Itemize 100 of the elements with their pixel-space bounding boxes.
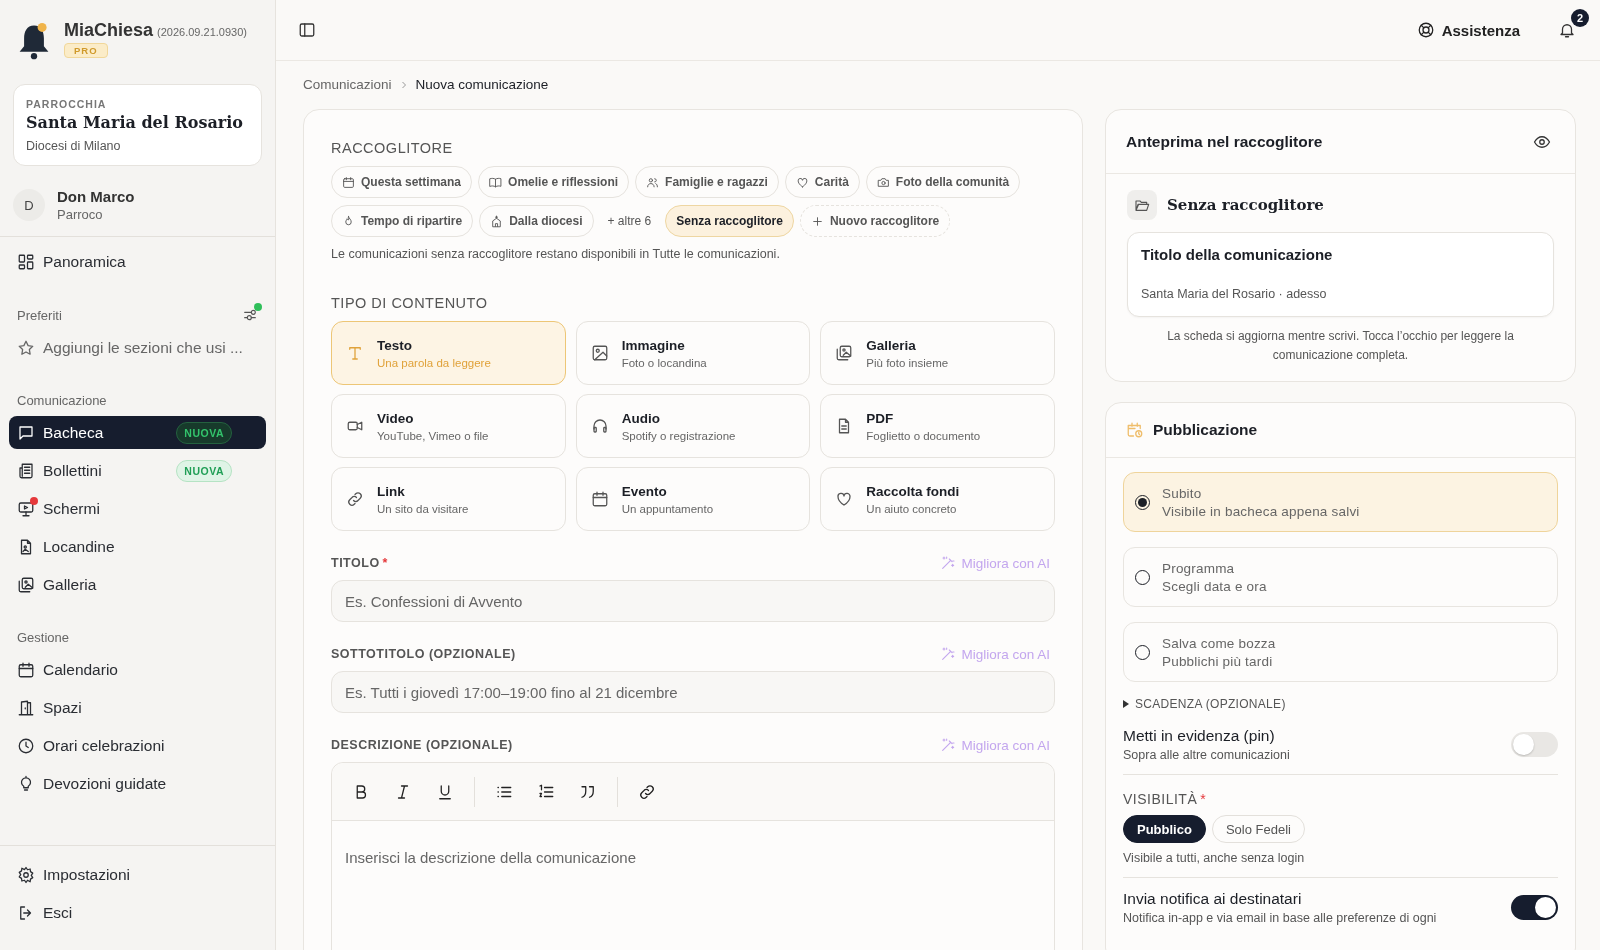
photos-icon [17,575,35,594]
new-collection-button[interactable]: Nuovo raccoglitore [799,205,951,237]
nav-item[interactable]: Bacheca NUOVA [9,416,266,449]
door-icon [17,698,35,717]
calendar-icon [590,490,609,508]
parish-name: Santa Maria del Rosario [26,113,244,132]
publish-option[interactable]: Salva come bozza Pubblichi più tardi [1123,622,1558,682]
collection-chip[interactable]: Carità [784,166,860,198]
content-type-option[interactable]: Raccolta fondi Un aiuto concreto [820,467,1055,531]
calendar-clock-icon [1126,421,1144,439]
link-icon [638,782,656,801]
rich-text-editor[interactable]: Inserisci la descrizione della comunicazione [331,762,1055,950]
nav-item[interactable]: Devozioni guidate [9,767,266,800]
card-title: Anteprima nel raccoglitore [1126,132,1323,151]
app-name: MiaChiesa [64,20,154,41]
content-type-option[interactable]: Testo Una parola da leggere [331,321,566,385]
nav-item[interactable]: Galleria [9,568,266,601]
toggle-switch[interactable] [1511,732,1558,757]
sliders-icon [242,307,258,323]
notification-count: 2 [1571,9,1589,27]
heart-icon [795,175,809,189]
option-description: Più foto insieme [866,356,949,369]
collection-chip[interactable]: Foto della comunità [865,166,1021,198]
content-type-option[interactable]: Evento Un appuntamento [575,467,811,531]
people-icon [646,175,660,189]
content-type-option[interactable]: Video YouTube, Vimeo o file [331,394,566,458]
lifebuoy-icon [1416,21,1435,39]
magic-wand-icon [940,737,957,753]
field-label: SOTTOTITOLO (OPZIONALE) [331,647,516,661]
expiry-toggle[interactable]: SCADENZA (OPZIONALE) [1123,697,1558,711]
nav-item[interactable]: Impostazioni [9,858,266,891]
plan-badge: PRO [64,43,108,58]
publish-option[interactable]: Programma Scegli data e ora [1123,547,1558,607]
collection-chip[interactable]: Famiglie e ragazzi [635,166,779,198]
more-collections-link[interactable]: + altre 6 [599,205,660,237]
option-title: Salva come bozza [1162,635,1276,651]
section-title: TIPO DI CONTENUTO [331,295,489,311]
help-button[interactable]: Assistenza [1416,21,1520,39]
option-description: Pubblichi più tardi [1162,653,1274,669]
text-field[interactable]: Es. Tutti i giovedì 17:00–19:00 fino al 21 dicembre [331,671,1055,713]
collection-chip[interactable]: Omelie e riflessioni [478,166,630,198]
content-type-option[interactable]: Audio Spotify o registrazione [575,394,811,458]
dashboard-icon [17,252,35,271]
diocese-name: Diocesi di Milano [26,139,122,153]
section-title: Preferiti [17,307,62,323]
collection-chip[interactable]: Tempo di ripartire [331,205,474,237]
breadcrumb-link[interactable]: Comunicazioni [303,77,392,92]
option-title: Video [377,410,415,426]
nav-item[interactable]: Locandine [9,530,266,563]
option-description: Foglietto o documento [866,429,981,442]
content-type-option[interactable]: PDF Foglietto o documento [820,394,1055,458]
breadcrumb-link[interactable]: Nuova comunicazione [415,77,549,92]
parish-card[interactable]: PARROCCHIA Santa Maria del Rosario Diocesi di Milano [13,84,262,166]
option-description: Visibile in bacheca appena salvi [1162,503,1360,519]
user-avatar: D [13,189,45,221]
option-title: PDF [866,410,895,426]
card-title: Pubblicazione [1153,421,1258,439]
visibility-hint: Visibile a tutti, anche senza login [1123,851,1306,865]
toggle-switch[interactable] [1511,895,1558,920]
option-title: Raccolta fondi [866,483,960,499]
nav-item[interactable]: Bollettini NUOVA [9,454,266,487]
sidebar-icon [298,21,316,39]
calendar-icon [17,660,35,679]
preview-hint: La scheda si aggiorna mentre scrivi. Tocca l’occhio per leggere la comunicazione completa. [1166,328,1515,364]
option-description: Un sito da visitare [377,502,469,515]
content-type-option[interactable]: Galleria Più foto insieme [820,321,1055,385]
nav-item[interactable]: Esci [9,896,266,929]
setting-title: Invia notifica ai destinatari [1123,890,1303,908]
book-icon [489,175,503,189]
star-icon [17,338,35,357]
collection-chip[interactable]: Questa settimana [331,166,473,198]
field-label: DESCRIZIONE (OPZIONALE) [331,738,513,752]
text-icon [346,344,364,362]
text-field[interactable]: Es. Confessioni di Avvento [331,580,1055,622]
folder-icon [1134,197,1150,213]
field-label: VISIBILITÀ * [1123,791,1208,807]
monitor-icon [17,499,35,518]
section-title: Gestione [17,630,70,645]
add-favorites-item[interactable]: Aggiungi le sezioni che usi ... [9,331,266,364]
nav-item[interactable]: Schermi [9,492,266,525]
option-title: Subito [1162,485,1203,501]
publish-option[interactable]: Subito Visibile in bacheca appena salvi [1123,472,1558,532]
magic-wand-icon [940,646,957,662]
heart-icon [835,490,854,508]
post-meta: Santa Maria del Rosario · adesso [1141,287,1328,301]
version-label: (2026.09.21.0930) [157,26,247,38]
camera-icon [876,175,890,189]
magic-wand-icon [940,555,957,571]
nav-item[interactable]: Panoramica [9,245,266,278]
plus-icon [810,214,824,228]
collection-chip[interactable]: Dalla diocesi [479,205,594,237]
content-type-option[interactable]: Link Un sito da visitare [331,467,566,531]
option-title: Galleria [866,337,917,353]
nav-item[interactable]: Orari celebrazioni [9,729,266,762]
content-type-option[interactable]: Immagine Foto o locandina [575,321,811,385]
nav-item[interactable]: Calendario [9,653,266,686]
newspaper-icon [17,461,35,480]
collection-chip[interactable]: Senza raccoglitore [665,205,794,237]
nav-item[interactable]: Spazi [9,691,266,724]
visibility-option[interactable]: Pubblico [1123,815,1206,843]
